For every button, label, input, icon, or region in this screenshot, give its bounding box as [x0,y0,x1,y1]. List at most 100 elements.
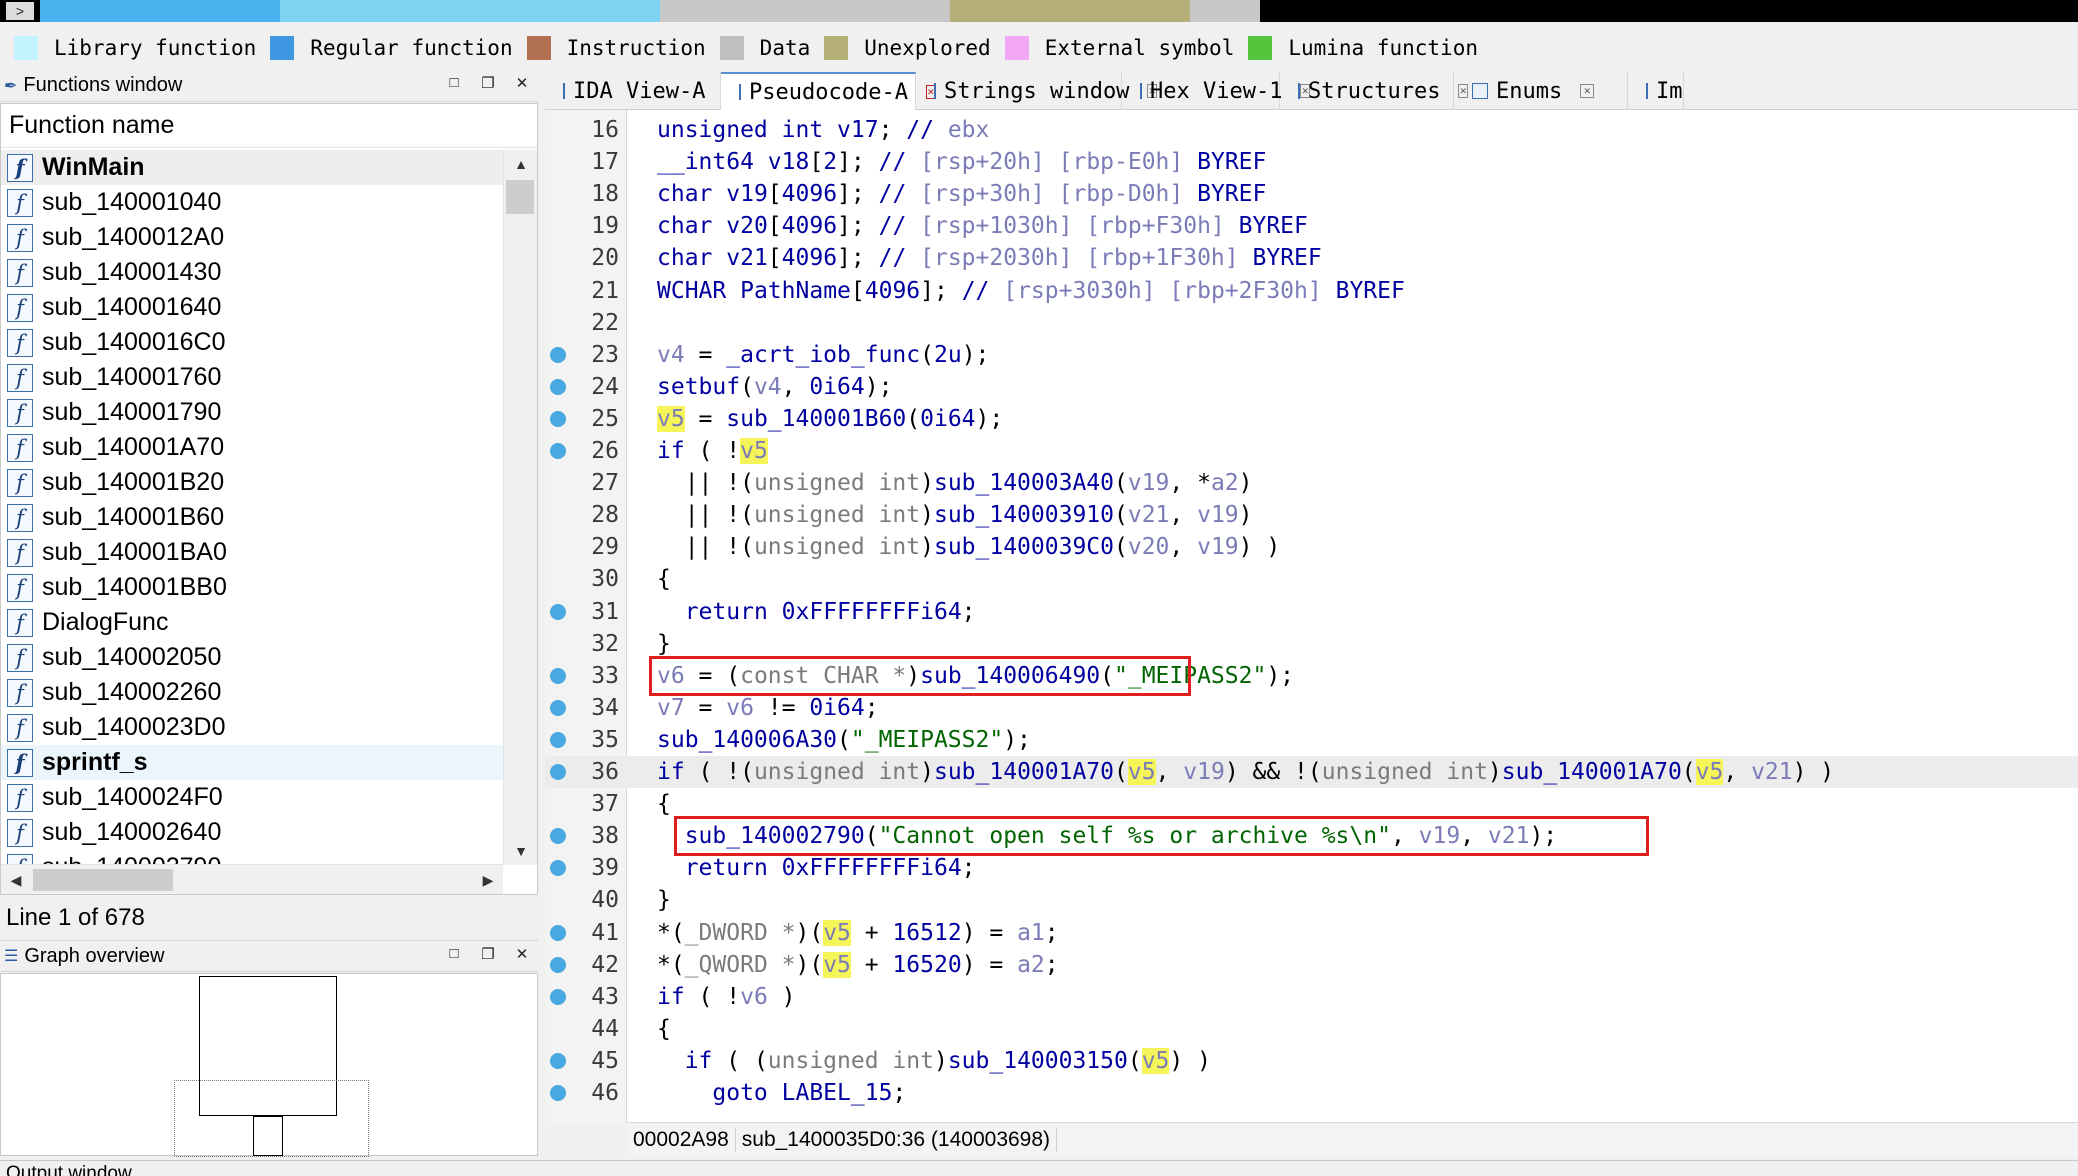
code-token[interactable]: 0i64 [809,695,864,721]
code-token[interactable]: 0xFFFFFFFFi64 [782,599,962,625]
code-line[interactable]: 28 || !(unsigned int)sub_140003910(v21, … [545,499,2078,531]
code-token[interactable]: a2 [1017,952,1045,978]
code-line[interactable]: 35 sub_140006A30("_MEIPASS2"); [545,724,2078,756]
tab-close-icon[interactable]: ✕ [1580,84,1595,98]
code-token[interactable]: 4096 [782,213,837,239]
code-token[interactable]: char [657,213,712,239]
code-token[interactable]: [rsp+1030h] [rbp+F30h] [920,213,1225,239]
function-list-item[interactable]: f sub_140001A70 [1,430,503,465]
horizontal-scrollbar[interactable]: ◀ ▶ [1,864,503,894]
function-list-item[interactable]: f sub_140001790 [1,395,503,430]
code-token[interactable]: v6 [740,984,768,1010]
code-token[interactable]: // [879,245,921,271]
code-token[interactable]: v19 [1197,534,1239,560]
graph-viewport-rect[interactable] [174,1080,369,1157]
code-token[interactable]: // [879,213,921,239]
code-token[interactable]: _QWORD * [685,952,796,978]
code-line[interactable]: 29 || !(unsigned int)sub_1400039C0(v20, … [545,531,2078,563]
code-token[interactable]: v4 [657,342,685,368]
code-token[interactable]: if [657,438,685,464]
function-list-item[interactable]: f sprintf_s [1,745,503,780]
code-line[interactable]: 43 if ( !v6 ) [545,981,2078,1013]
code-token[interactable]: return [685,599,768,625]
code-token[interactable]: char [657,245,712,271]
code-token[interactable]: v17 [837,117,879,143]
code-token[interactable]: BYREF [1197,181,1266,207]
code-token[interactable]: 16520 [892,952,961,978]
code-token[interactable]: v5 [657,405,685,432]
tab-structures[interactable]: Structures ✕ [1280,72,1468,110]
code-token[interactable]: v19 [1197,502,1239,528]
scroll-left-icon[interactable]: ◀ [1,865,31,895]
code-token[interactable]: v5 [1141,1047,1170,1074]
code-token[interactable]: BYREF [1239,213,1308,239]
code-token[interactable]: a2 [1211,470,1239,496]
code-token[interactable]: setbuf [657,374,740,400]
code-token[interactable]: unsigned int [754,759,920,785]
tab-pseudocode-a[interactable]: Pseudocode-A ✕ [721,72,936,110]
code-token[interactable]: // [879,149,921,175]
function-list-item[interactable]: f sub_140002260 [1,675,503,710]
float-icon[interactable]: ❐ [478,945,498,963]
function-list-item[interactable]: fsub_140002790 [1,850,503,865]
hscroll-thumb[interactable] [33,869,173,891]
code-token[interactable]: sub_140006A30 [657,727,837,753]
code-token[interactable]: unsigned int [754,502,920,528]
code-token[interactable]: sub_140003A40 [934,470,1114,496]
code-line[interactable]: 18 char v19[4096]; // [rsp+30h] [rbp-D0h]… [545,178,2078,210]
function-list-item[interactable]: f sub_140001760 [1,360,503,395]
code-token[interactable]: v5 [740,438,768,464]
function-list-item[interactable]: f sub_140001B20 [1,465,503,500]
code-token[interactable]: return [685,855,768,881]
code-line[interactable]: 20 char v21[4096]; // [rsp+2030h] [rbp+1F… [545,242,2078,274]
code-token[interactable]: unsigned int [657,117,823,143]
code-line[interactable]: 44 { [545,1013,2078,1045]
code-line[interactable]: 34 v7 = v6 != 0i64; [545,692,2078,724]
code-token[interactable]: BYREF [1253,245,1322,271]
code-line[interactable]: 36 if ( !(unsigned int)sub_140001A70(v5, … [545,756,2078,788]
code-line[interactable]: 41 *(_DWORD *)(v5 + 16512) = a1; [545,917,2078,949]
code-token[interactable]: v5 [823,951,851,978]
code-token[interactable]: sub_140003910 [934,502,1114,528]
code-token[interactable]: // [879,181,921,207]
code-token[interactable]: 0xFFFFFFFFi64 [782,855,962,881]
code-token[interactable]: [rsp+3030h] [rbp+2F30h] [1003,278,1322,304]
code-token[interactable]: v19 [1183,759,1225,785]
scroll-down-icon[interactable]: ▼ [504,837,538,865]
code-token[interactable]: if [685,1048,713,1074]
code-token[interactable]: BYREF [1197,149,1266,175]
code-token[interactable]: v21 [726,245,768,271]
code-token[interactable]: v7 [657,695,685,721]
code-line[interactable]: 26 if ( !v5 [545,435,2078,467]
pseudocode-view[interactable]: 16 unsigned int v17; // ebx 17 __int64 v18[… [545,110,2078,1122]
code-token[interactable]: LABEL_15 [782,1080,893,1106]
code-line[interactable]: 17 __int64 v18[2]; // [rsp+20h] [rbp-E0h]… [545,146,2078,178]
code-token[interactable]: a1 [1017,920,1045,946]
function-list-item[interactable]: f sub_1400023D0 [1,710,503,745]
code-token[interactable]: char [657,181,712,207]
code-token[interactable]: v18 [768,149,810,175]
code-token[interactable]: 16512 [892,920,961,946]
function-list-item[interactable]: f sub_1400012A0 [1,220,503,255]
code-token[interactable]: PathName [740,278,851,304]
code-token[interactable]: [rsp+30h] [rbp-D0h] [920,181,1183,207]
code-token[interactable]: 2 [823,149,837,175]
code-line[interactable]: 46 goto LABEL_15; [545,1077,2078,1109]
code-token[interactable]: 4096 [782,245,837,271]
code-line[interactable]: 31 return 0xFFFFFFFFi64; [545,596,2078,628]
code-line[interactable]: 39 return 0xFFFFFFFFi64; [545,852,2078,884]
function-list-item[interactable]: f sub_140002050 [1,640,503,675]
code-token[interactable]: v4 [754,374,782,400]
float-icon[interactable]: ❐ [478,74,498,92]
code-token[interactable]: unsigned int [1322,759,1488,785]
code-line[interactable]: 27 || !(unsigned int)sub_140003A40(v19, … [545,467,2078,499]
code-line[interactable]: 21 WCHAR PathName[4096]; // [rsp+3030h] [… [545,275,2078,307]
code-token[interactable]: _acrt_iob_func [726,342,920,368]
function-list-item[interactable]: f sub_140002640 [1,815,503,850]
close-icon[interactable]: ✕ [512,74,532,92]
navigation-band[interactable]: > [0,0,2078,22]
tab-hex-view-1[interactable]: Hex View-1 ✕ [1122,72,1310,110]
graph-overview-canvas[interactable] [0,973,538,1157]
code-token[interactable]: sub_140001A70 [1502,759,1682,785]
function-list-item[interactable]: f sub_140001430 [1,255,503,290]
